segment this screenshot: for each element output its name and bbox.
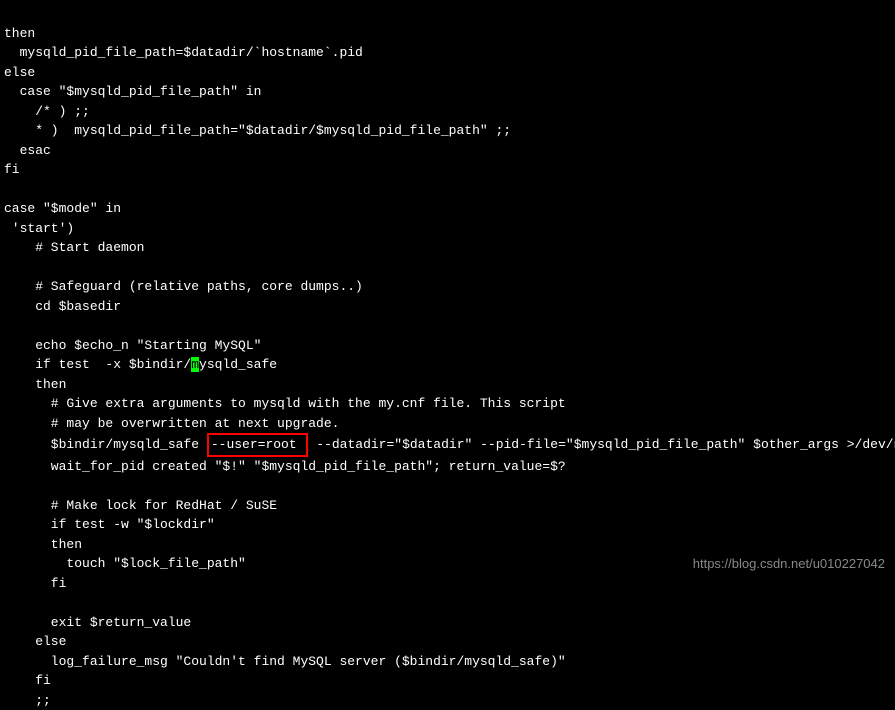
code-line: if test -x $bindir/mysqld_safe: [4, 357, 277, 372]
code-line: echo $echo_n "Starting MySQL": [4, 338, 261, 353]
code-line: # Start daemon: [4, 240, 144, 255]
code-line: /* ) ;;: [4, 104, 90, 119]
code-line: cd $basedir: [4, 299, 121, 314]
cursor-position: m: [191, 357, 199, 372]
highlighted-option: --user=root: [207, 433, 309, 457]
code-line: fi: [4, 673, 51, 688]
code-line: case "$mysqld_pid_file_path" in: [4, 84, 261, 99]
code-line: mysqld_pid_file_path=$datadir/`hostname`…: [4, 45, 363, 60]
code-line: 'start'): [4, 221, 74, 236]
code-line: ;;: [4, 693, 51, 708]
code-line: # Give extra arguments to mysqld with th…: [4, 396, 566, 411]
code-line: exit $return_value: [4, 615, 191, 630]
code-line: wait_for_pid created "$!" "$mysqld_pid_f…: [4, 459, 566, 474]
code-text: if test -x $bindir/: [4, 357, 191, 372]
code-line: touch "$lock_file_path": [4, 556, 246, 571]
code-text: ysqld_safe: [199, 357, 277, 372]
code-line: case "$mode" in: [4, 201, 121, 216]
code-line: else: [4, 634, 66, 649]
code-line: # Safeguard (relative paths, core dumps.…: [4, 279, 363, 294]
code-text: --datadir="$datadir" --pid-file="$mysqld…: [308, 437, 895, 452]
code-line: else: [4, 65, 35, 80]
watermark-text: https://blog.csdn.net/u010227042: [693, 554, 885, 574]
code-line: esac: [4, 143, 51, 158]
code-line: then: [4, 537, 82, 552]
code-line: # Make lock for RedHat / SuSE: [4, 498, 277, 513]
code-line: if test -w "$lockdir": [4, 517, 215, 532]
code-line: # may be overwritten at next upgrade.: [4, 416, 339, 431]
code-line: $bindir/mysqld_safe --user=root --datadi…: [4, 437, 895, 452]
code-line: * ) mysqld_pid_file_path="$datadir/$mysq…: [4, 123, 511, 138]
code-line: then: [4, 377, 66, 392]
code-line: then: [4, 26, 35, 41]
code-line: fi: [4, 576, 66, 591]
code-text: $bindir/mysqld_safe: [4, 437, 207, 452]
code-editor[interactable]: then mysqld_pid_file_path=$datadir/`host…: [4, 4, 891, 710]
code-line: fi: [4, 162, 20, 177]
code-line: log_failure_msg "Couldn't find MySQL ser…: [4, 654, 566, 669]
